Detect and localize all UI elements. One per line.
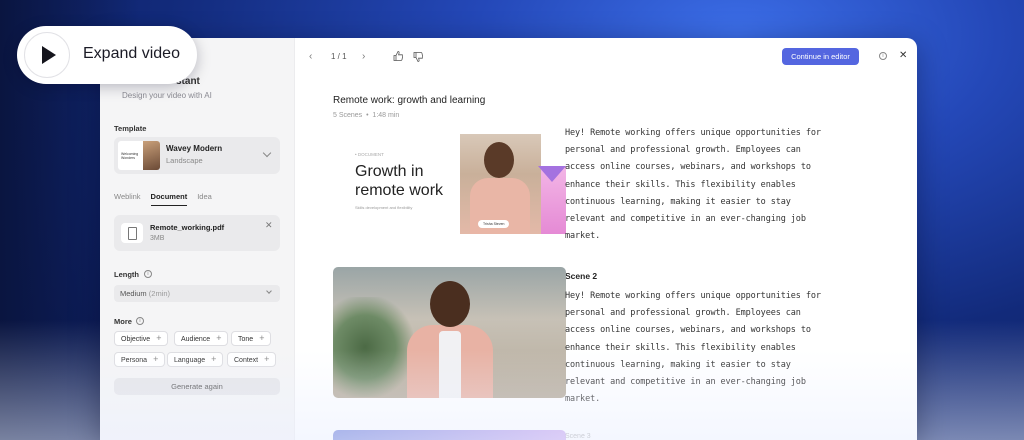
sidebar: stant Design your video with AI Template… <box>100 38 295 440</box>
length-label: Length <box>114 270 139 279</box>
chevron-down-icon <box>266 288 272 294</box>
thumbs-up-icon[interactable] <box>393 51 403 61</box>
scene-1-tag: • DOCUMENT <box>355 152 384 157</box>
tab-document[interactable]: Document <box>150 192 188 206</box>
chevron-down-icon <box>262 148 272 158</box>
source-tabs: Weblink Document Idea <box>114 192 212 206</box>
next-icon[interactable]: › <box>362 51 365 62</box>
scene-3-preview[interactable] <box>333 430 566 440</box>
template-thumbnail-text: Welcoming Wonders <box>121 152 139 160</box>
chip-context[interactable]: Context + <box>227 352 277 367</box>
chip-audience[interactable]: Audience + <box>174 331 229 346</box>
scene-2-label: Scene 2 <box>565 271 598 281</box>
scene-3-label: Scene 3 <box>565 433 591 440</box>
plus-icon: + <box>216 333 222 343</box>
scene-2-preview[interactable] <box>333 267 566 398</box>
video-assistant-window: stant Design your video with AI Template… <box>100 38 917 440</box>
tab-idea[interactable]: Idea <box>197 192 212 206</box>
scene-1-caption: Skills development and flexibility <box>355 205 413 210</box>
plus-icon: + <box>153 354 159 364</box>
chip-tone[interactable]: Tone + <box>231 331 272 346</box>
project-title: Remote work: growth and learning <box>333 95 486 106</box>
close-icon[interactable]: ✕ <box>899 50 907 61</box>
presenter-image: Trisha Steven <box>460 134 541 234</box>
plant-background <box>333 297 413 397</box>
remove-document-icon[interactable]: ✕ <box>265 220 273 231</box>
document-name: Remote_working.pdf <box>150 223 225 232</box>
more-label: More <box>114 317 132 326</box>
info-icon[interactable]: i <box>136 317 144 325</box>
length-value: Medium <box>120 289 147 298</box>
scene-2-script[interactable]: Hey! Remote working offers unique opport… <box>565 288 835 408</box>
play-icon <box>24 32 70 78</box>
scene-1-script[interactable]: Hey! Remote working offers unique opport… <box>565 125 835 245</box>
document-icon <box>121 223 143 243</box>
uploaded-document[interactable]: Remote_working.pdf 3MB ✕ <box>114 215 280 251</box>
decorative-chevron <box>538 166 566 182</box>
template-orientation: Landscape <box>166 156 203 165</box>
template-name: Wavey Modern <box>166 144 223 153</box>
expand-video-button[interactable]: Expand video <box>17 26 197 84</box>
pager: 1 / 1 <box>331 52 347 61</box>
scene-1-headline: Growth in remote work <box>355 163 444 199</box>
tab-weblink[interactable]: Weblink <box>114 192 141 206</box>
presenter-name-badge: Trisha Steven <box>478 220 510 228</box>
document-size: 3MB <box>150 235 165 242</box>
generate-again-button[interactable]: Generate again <box>114 378 280 395</box>
chip-objective[interactable]: Objective + <box>114 331 169 346</box>
length-detail: (2min) <box>148 289 171 298</box>
scene-1-preview[interactable]: • DOCUMENT Growth in remote work Skills … <box>333 126 566 234</box>
scenes-count: 5 Scenes <box>333 112 363 119</box>
continue-in-editor-button[interactable]: Continue in editor <box>782 48 859 65</box>
expand-video-label: Expand video <box>83 45 180 62</box>
length-select[interactable]: Medium (2min) <box>114 285 280 302</box>
template-selector[interactable]: Welcoming Wonders Wavey Modern Landscape <box>114 137 280 174</box>
thumbs-down-icon[interactable] <box>413 52 423 62</box>
project-meta: 5 Scenes • 1:48 min <box>333 112 400 119</box>
plus-icon: + <box>264 354 270 364</box>
plus-icon: + <box>211 354 217 364</box>
plus-icon: + <box>156 333 162 343</box>
info-icon[interactable]: i <box>144 270 152 278</box>
duration: 1:48 min <box>372 112 400 119</box>
info-icon[interactable]: i <box>879 52 887 60</box>
sidebar-subtitle: Design your video with AI <box>122 91 212 100</box>
chip-persona[interactable]: Persona + <box>114 352 166 367</box>
template-label: Template <box>114 124 147 133</box>
plus-icon: + <box>259 333 265 343</box>
presenter-image <box>430 281 470 327</box>
template-thumbnail: Welcoming Wonders <box>118 141 160 170</box>
previous-icon[interactable]: ‹ <box>309 51 312 62</box>
chip-language[interactable]: Language + <box>167 352 224 367</box>
